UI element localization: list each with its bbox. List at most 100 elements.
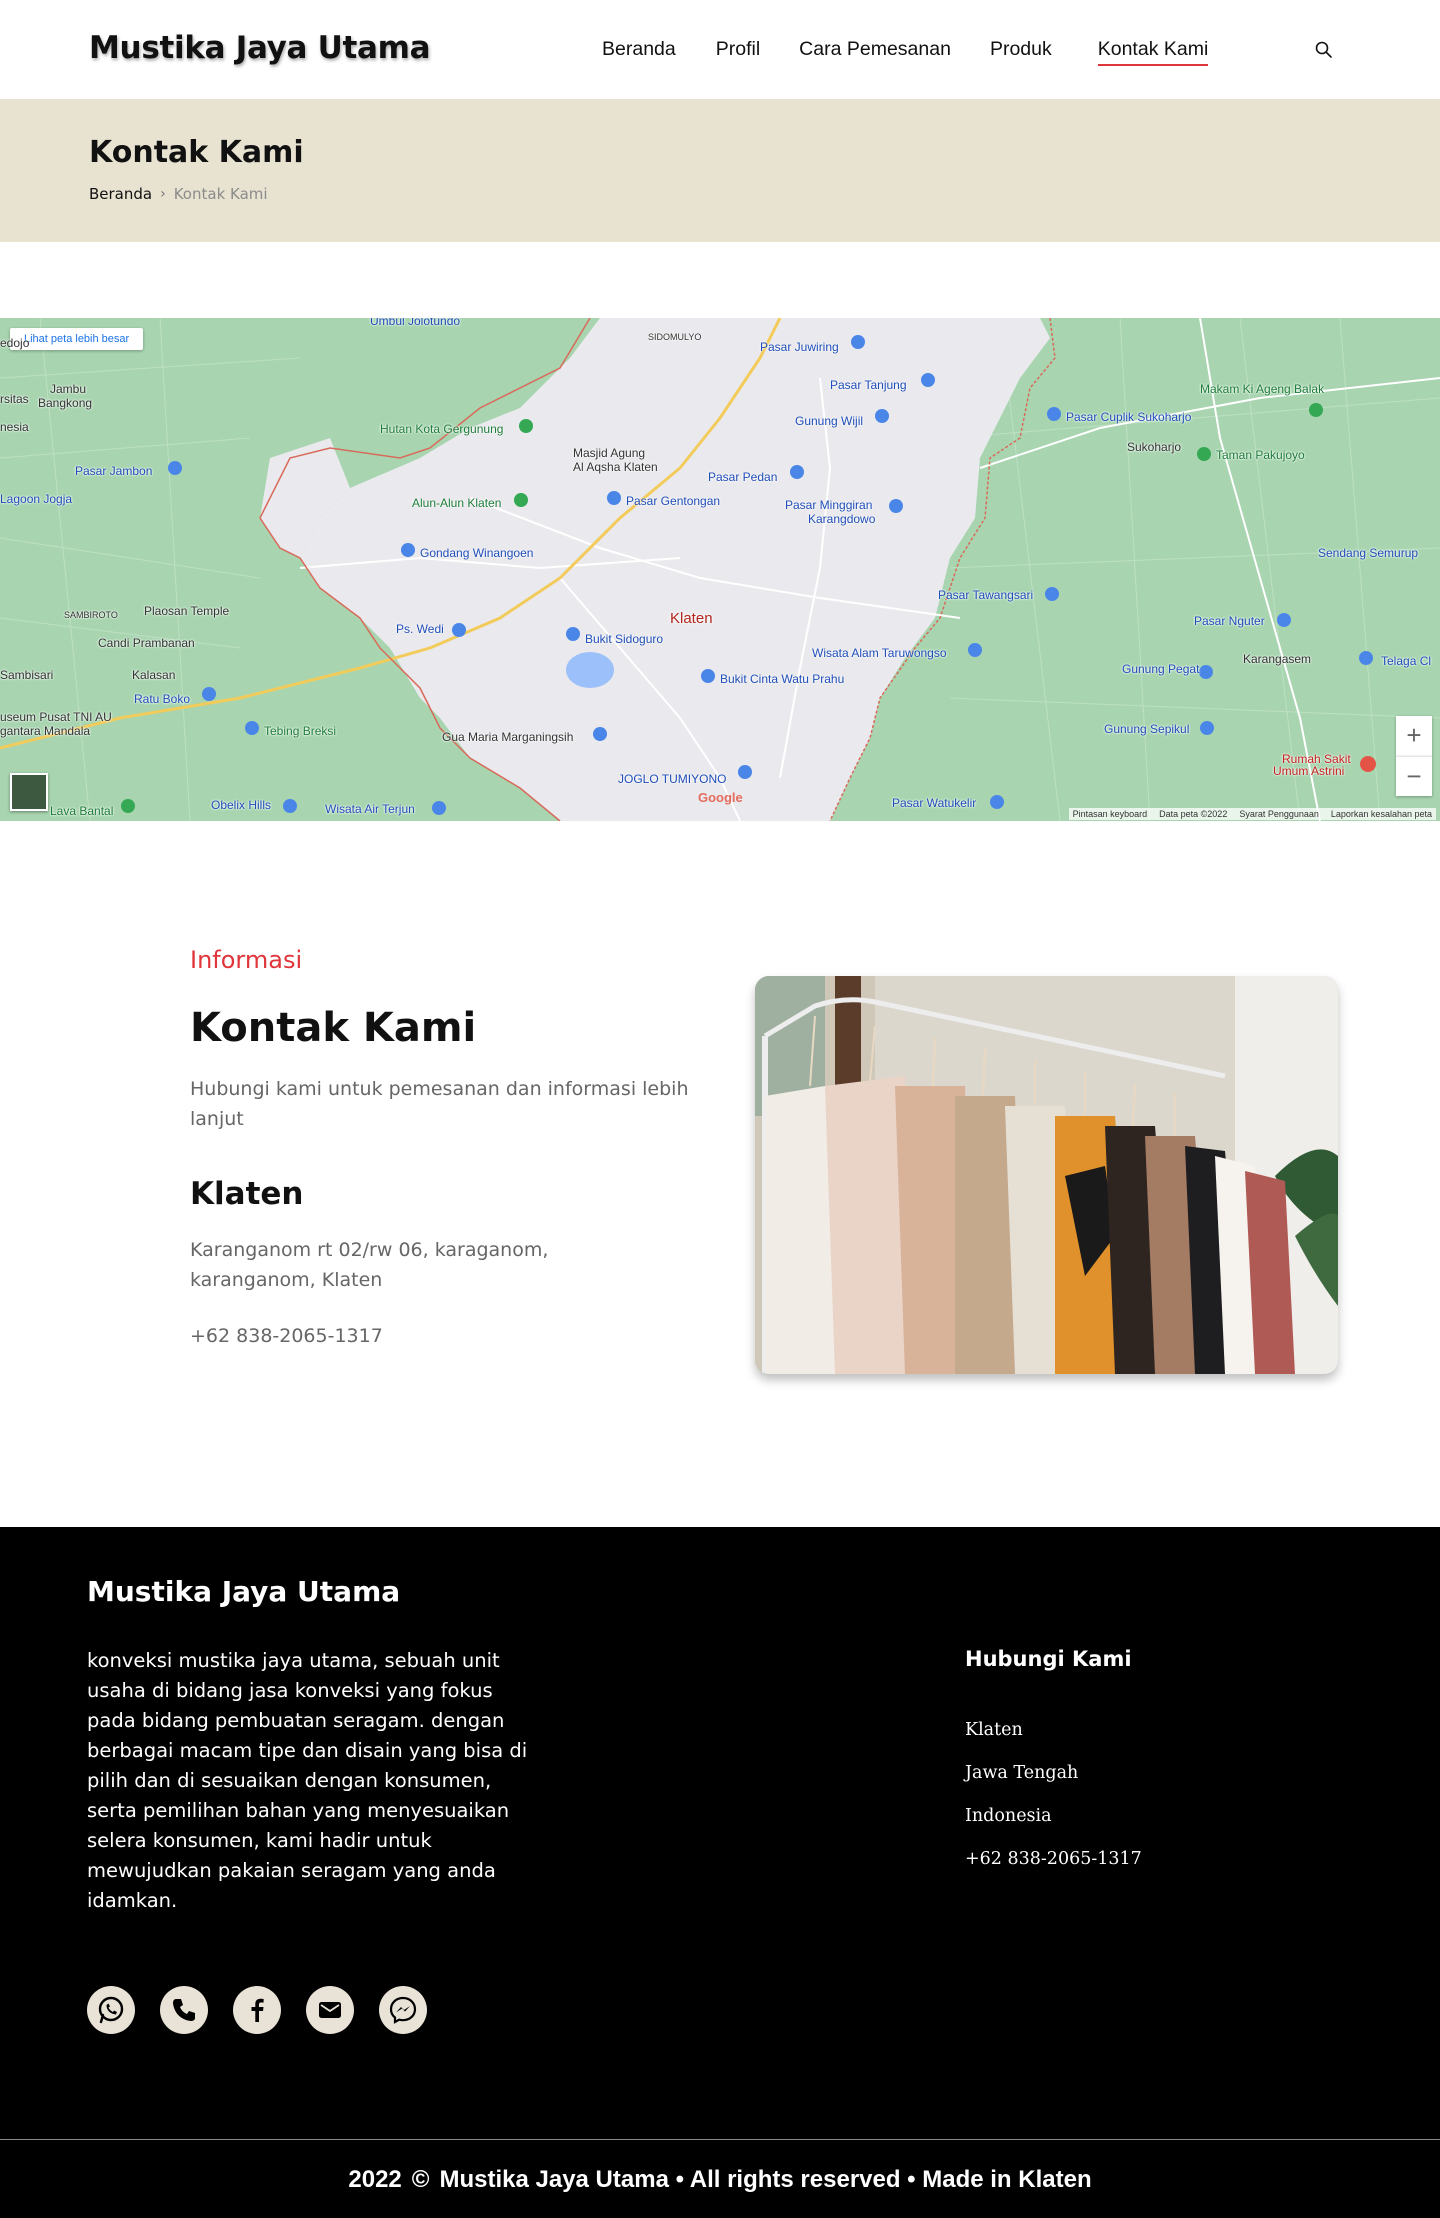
map-label: SIDOMULYO xyxy=(648,332,702,342)
location-address: Karanganom rt 02/rw 06, karaganom, karan… xyxy=(190,1239,549,1291)
breadcrumb-home[interactable]: Beranda xyxy=(89,185,152,203)
map-label: Alun-Alun Klaten xyxy=(412,496,502,510)
map-label: Makam Ki Ageng Balak xyxy=(1200,382,1325,396)
map-label: Ratu Boko xyxy=(134,692,191,706)
map-label: Pasar Tawangsari xyxy=(938,588,1034,602)
map-attribution: Pintasan keyboard Data peta ©2022 Syarat… xyxy=(1068,808,1436,820)
map-city-label: Klaten xyxy=(670,610,713,627)
main-nav: Beranda Profil Cara Pemesanan Produk Kon… xyxy=(602,38,1208,66)
map-label: Kalasan xyxy=(132,668,176,682)
satellite-toggle[interactable] xyxy=(10,773,48,811)
map-label: Bukit Cinta Watu Prahu xyxy=(720,672,845,686)
map-label: JOGLO TUMIYONO xyxy=(618,772,727,786)
map-label: Umbul Jolotundo xyxy=(370,318,461,328)
map-label: gantara Mandala xyxy=(0,724,91,738)
zoom-in-button[interactable]: + xyxy=(1396,716,1432,756)
chevron-right-icon: › xyxy=(160,186,166,202)
map-label: Gua Maria Marganingsih xyxy=(442,730,574,744)
footer-brand: Mustika Jaya Utama xyxy=(87,1575,401,1608)
section-description: Hubungi kami untuk pemesanan dan informa… xyxy=(190,1078,689,1130)
site-header: Mustika Jaya Utama Beranda Profil Cara P… xyxy=(0,0,1440,99)
facebook-icon[interactable] xyxy=(233,1986,281,2034)
copyright-year: 2022 xyxy=(348,2166,402,2193)
map-label: Sukoharjo xyxy=(1127,440,1182,454)
map-label: Telaga Cl xyxy=(1381,654,1432,668)
location-city: Klaten xyxy=(190,1176,304,1212)
map-label: Pasar Nguter xyxy=(1194,614,1265,628)
map-label: Sendang Semurup xyxy=(1318,546,1419,560)
map-label: Pasar Cuplik Sukoharjo xyxy=(1066,410,1192,424)
map-terms-link[interactable]: Syarat Penggunaan xyxy=(1239,809,1319,819)
breadcrumb: Beranda › Kontak Kami xyxy=(89,185,268,203)
nav-cara-pemesanan[interactable]: Cara Pemesanan xyxy=(799,38,951,61)
copyright-symbol: © xyxy=(411,2166,430,2193)
map-data-credit: Data peta ©2022 xyxy=(1159,809,1228,819)
google-logo: Google xyxy=(698,790,743,805)
footer-contact-list: Klaten Jawa Tengah Indonesia +62 838-206… xyxy=(965,1720,1142,1892)
footer-contact-country: Indonesia xyxy=(965,1806,1052,1826)
map-label: Hutan Kota Gergunung xyxy=(380,422,504,436)
map-label: Pasar Tanjung xyxy=(830,378,907,392)
footer-contact-title: Hubungi Kami xyxy=(965,1647,1132,1671)
map-label: Pasar Watukelir xyxy=(892,796,977,810)
map-label: Pasar Minggiran xyxy=(785,498,873,512)
map-label: Candi Prambanan xyxy=(98,636,195,650)
page-banner: Kontak Kami Beranda › Kontak Kami xyxy=(0,99,1440,242)
map-label: Gunung Wijil xyxy=(795,414,864,428)
nav-produk[interactable]: Produk xyxy=(990,38,1052,61)
phone-icon[interactable] xyxy=(160,1986,208,2034)
map-label: Pasar Juwiring xyxy=(760,340,839,354)
map-label: Jambu xyxy=(50,382,87,396)
map-label: Karangasem xyxy=(1243,652,1312,666)
map-label: Pasar Pedan xyxy=(708,470,778,484)
map-label: SAMBIROTO xyxy=(64,610,118,620)
map-label: Masjid Agung xyxy=(573,446,646,460)
map-keyboard-shortcuts-link[interactable]: Pintasan keyboard xyxy=(1073,809,1148,819)
map-label: Karangdowo xyxy=(808,512,876,526)
map-label: Lava Bantal xyxy=(50,804,114,818)
map-label: Umum Astrini xyxy=(1273,764,1345,778)
map-label: Taman Pakujoyo xyxy=(1216,448,1305,462)
map-report-error-link[interactable]: Laporkan kesalahan peta xyxy=(1331,809,1432,819)
page-title: Kontak Kami xyxy=(89,135,304,170)
map-label: rsitas xyxy=(0,392,29,406)
whatsapp-icon[interactable] xyxy=(87,1986,135,2034)
footer-contact-phone: +62 838-2065-1317 xyxy=(965,1849,1142,1869)
map-label: Pasar Gentongan xyxy=(626,494,721,508)
map-label: Wisata Alam Taruwongso xyxy=(812,646,947,660)
nav-profil[interactable]: Profil xyxy=(716,38,760,61)
map-label: nesia xyxy=(0,420,29,434)
footer-contact-city: Klaten xyxy=(965,1720,1023,1740)
map-label: Gondang Winangoen xyxy=(420,546,534,560)
search-icon[interactable] xyxy=(1314,40,1334,60)
map-label: Sambisari xyxy=(0,668,54,682)
section-title: Kontak Kami xyxy=(190,1005,477,1051)
map-label: Bangkong xyxy=(38,396,93,410)
email-icon[interactable] xyxy=(306,1986,354,2034)
site-footer: Mustika Jaya Utama konveksi mustika jaya… xyxy=(0,1527,1440,2218)
map-label: Wisata Air Terjun xyxy=(325,802,415,816)
larger-map-link[interactable]: Lihat peta lebih besar xyxy=(10,328,144,350)
zoom-out-button[interactable]: − xyxy=(1396,756,1432,796)
copyright: 2022 © Mustika Jaya Utama • All rights r… xyxy=(0,2166,1440,2194)
map-label: Ps. Wedi xyxy=(396,622,444,636)
map-label: Gunung Pegat xyxy=(1122,662,1200,676)
map-label: Tebing Breksi xyxy=(264,724,337,738)
map-label: Gunung Sepikul xyxy=(1104,722,1190,736)
social-links xyxy=(87,1986,427,2034)
nav-kontak-kami[interactable]: Kontak Kami xyxy=(1097,38,1208,66)
section-kicker: Informasi xyxy=(190,946,303,974)
nav-beranda[interactable]: Beranda xyxy=(602,38,676,61)
footer-about: konveksi mustika jaya utama, sebuah unit… xyxy=(87,1649,528,1912)
clothing-rack-photo xyxy=(755,976,1338,1374)
map-label: Pasar Jambon xyxy=(75,464,153,478)
google-map[interactable]: Lihat peta lebih besar edojo Umbul Jolot… xyxy=(0,318,1440,821)
site-logo[interactable]: Mustika Jaya Utama xyxy=(89,30,431,66)
messenger-icon[interactable] xyxy=(379,1986,427,2034)
copyright-text: Mustika Jaya Utama • All rights reserved… xyxy=(439,2166,1092,2193)
footer-contact-province: Jawa Tengah xyxy=(965,1763,1079,1783)
map-label: Plaosan Temple xyxy=(144,604,230,618)
footer-divider xyxy=(0,2139,1440,2140)
map-label: Obelix Hills xyxy=(211,798,272,812)
map-label: Lagoon Jogja xyxy=(0,492,73,506)
